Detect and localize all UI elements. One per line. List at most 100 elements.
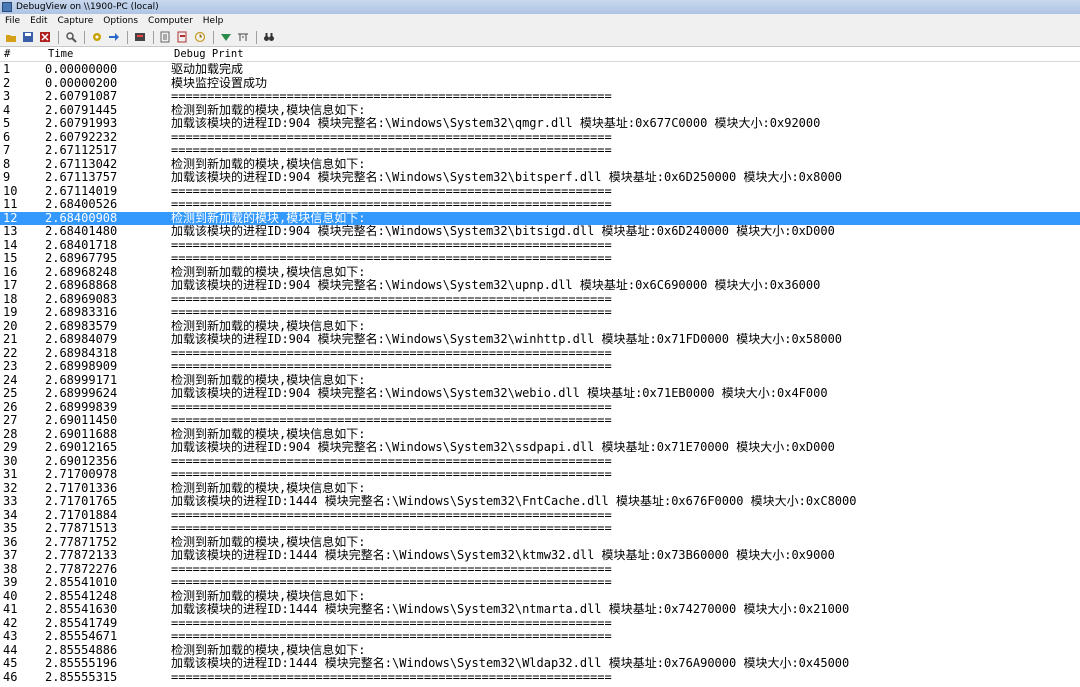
log-row[interactable]: 24 2.68999171 检测到新加载的模块,模块信息如下:: [0, 374, 1080, 388]
log-row[interactable]: 9 2.67113757 加载该模块的进程ID:904 模块完整名:\Windows…: [0, 171, 1080, 185]
log-row[interactable]: 4 2.60791445 检测到新加载的模块,模块信息如下:: [0, 104, 1080, 118]
log-row[interactable]: 31 2.71700978 ============================…: [0, 468, 1080, 482]
log-row[interactable]: 20 2.68983579 检测到新加载的模块,模块信息如下:: [0, 320, 1080, 334]
log-row[interactable]: 13 2.68401480 加载该模块的进程ID:904 模块完整名:\Window…: [0, 225, 1080, 239]
menu-computer[interactable]: Computer: [143, 14, 198, 28]
log-row[interactable]: 5 2.60791993 加载该模块的进程ID:904 模块完整名:\Windows…: [0, 117, 1080, 131]
autoscroll-icon[interactable]: [107, 30, 121, 44]
menu-options[interactable]: Options: [98, 14, 143, 28]
log-row[interactable]: 42 2.85541749 ============================…: [0, 617, 1080, 631]
log-row[interactable]: 17 2.68968868 加载该模块的进程ID:904 模块完整名:\Window…: [0, 279, 1080, 293]
log-index: 40: [3, 589, 18, 603]
log-row[interactable]: 46 2.85555315 ============================…: [0, 671, 1080, 685]
log-row[interactable]: 2 0.00000200 模块监控设置成功: [0, 77, 1080, 91]
log-message: ========================================…: [171, 508, 612, 522]
log-index: 8: [3, 157, 11, 171]
log-index: 30: [3, 454, 18, 468]
log-index: 10: [3, 184, 18, 198]
log-row[interactable]: 26 2.68999839 ============================…: [0, 401, 1080, 415]
log-message: ========================================…: [171, 400, 612, 414]
log-row[interactable]: 8 2.67113042 检测到新加载的模块,模块信息如下:: [0, 158, 1080, 172]
log-message: 加载该模块的进程ID:1444 模块完整名:\Windows\System32\…: [171, 657, 850, 670]
log-row[interactable]: 40 2.85541248 检测到新加载的模块,模块信息如下:: [0, 590, 1080, 604]
log-index: 28: [3, 427, 18, 441]
log-row[interactable]: 18 2.68969083 ============================…: [0, 293, 1080, 307]
clock-icon[interactable]: [193, 30, 207, 44]
log-time: 2.85554671: [45, 630, 118, 643]
log-row[interactable]: 23 2.68998909 ============================…: [0, 360, 1080, 374]
log-row[interactable]: 34 2.71701884 ============================…: [0, 509, 1080, 523]
log-row[interactable]: 11 2.68400526 ============================…: [0, 198, 1080, 212]
menu-edit[interactable]: Edit: [25, 14, 52, 28]
save-icon[interactable]: [21, 30, 35, 44]
highlight-icon[interactable]: [176, 30, 190, 44]
log-time: 2.85541010: [45, 576, 118, 589]
binoculars-icon[interactable]: [262, 30, 276, 44]
log-row[interactable]: 28 2.69011688 检测到新加载的模块,模块信息如下:: [0, 428, 1080, 442]
log-row[interactable]: 37 2.77872133 加载该模块的进程ID:1444 模块完整名:\Windo…: [0, 549, 1080, 563]
log-row[interactable]: 27 2.69011450 ============================…: [0, 414, 1080, 428]
log-row[interactable]: 44 2.85554886 检测到新加载的模块,模块信息如下:: [0, 644, 1080, 658]
log-message: 检测到新加载的模块,模块信息如下:: [171, 157, 366, 171]
log-row[interactable]: 32 2.71701336 检测到新加载的模块,模块信息如下:: [0, 482, 1080, 496]
column-header-index[interactable]: #: [4, 47, 10, 62]
log-row[interactable]: 16 2.68968248 检测到新加载的模块,模块信息如下:: [0, 266, 1080, 280]
log-time: 2.69012356: [45, 454, 118, 468]
log-row[interactable]: 19 2.68983316 ============================…: [0, 306, 1080, 320]
log-time: 2.67114019: [45, 184, 118, 198]
log-index: 4: [3, 103, 11, 117]
log-row[interactable]: 10 2.67114019 ============================…: [0, 185, 1080, 199]
log-time: 0.00000200: [45, 76, 118, 90]
log-row[interactable]: 6 2.60792232 =============================…: [0, 131, 1080, 145]
log-row[interactable]: 3 2.60791087 =============================…: [0, 90, 1080, 104]
filter-icon[interactable]: [159, 30, 173, 44]
log-message: ========================================…: [171, 252, 612, 265]
history-icon[interactable]: [236, 30, 250, 44]
log-message: 加载该模块的进程ID:904 模块完整名:\Windows\System32\q…: [171, 117, 821, 130]
log-row[interactable]: 15 2.68967795 ============================…: [0, 252, 1080, 266]
log-row[interactable]: 21 2.68984079 加载该模块的进程ID:904 模块完整名:\Window…: [0, 333, 1080, 347]
log-row[interactable]: 36 2.77871752 检测到新加载的模块,模块信息如下:: [0, 536, 1080, 550]
log-row[interactable]: 22 2.68984318 ============================…: [0, 347, 1080, 361]
log-index: 22: [3, 346, 18, 360]
log-time: 2.85555315: [45, 670, 118, 684]
clear-icon[interactable]: [38, 30, 52, 44]
log-time: 2.60792232: [45, 130, 118, 144]
log-message: 加载该模块的进程ID:904 模块完整名:\Windows\System32\w…: [171, 333, 843, 346]
capture-icon[interactable]: [90, 30, 104, 44]
column-header-debug-print[interactable]: Debug Print: [174, 47, 244, 62]
log-time: 2.68968248: [45, 265, 118, 279]
log-list[interactable]: 1 0.00000000 驱动加载完成 2 0.00000200 模块监控设置成功 3 2.6…: [0, 63, 1080, 687]
toolbar-separator: [84, 30, 85, 44]
log-message: ========================================…: [171, 306, 612, 319]
menu-help[interactable]: Help: [198, 14, 229, 28]
log-row[interactable]: 25 2.68999624 加载该模块的进程ID:904 模块完整名:\Window…: [0, 387, 1080, 401]
log-row[interactable]: 38 2.77872276 ============================…: [0, 563, 1080, 577]
log-message: 模块监控设置成功: [171, 76, 268, 90]
log-row[interactable]: 7 2.67112517 =============================…: [0, 144, 1080, 158]
log-message: 检测到新加载的模块,模块信息如下:: [171, 265, 366, 279]
log-row[interactable]: 35 2.77871513 ============================…: [0, 522, 1080, 536]
log-row[interactable]: 39 2.85541010 ============================…: [0, 576, 1080, 590]
column-header-time[interactable]: Time: [48, 47, 73, 62]
log-row[interactable]: 45 2.85555196 加载该模块的进程ID:1444 模块完整名:\Windo…: [0, 657, 1080, 671]
capture-kernel-icon[interactable]: [133, 30, 147, 44]
log-row[interactable]: 14 2.68401718 ============================…: [0, 239, 1080, 253]
log-index: 34: [3, 508, 18, 522]
log-time: 2.85541749: [45, 616, 118, 630]
find-icon[interactable]: [64, 30, 78, 44]
menu-capture[interactable]: Capture: [53, 14, 99, 28]
log-row[interactable]: 33 2.71701765 加载该模块的进程ID:1444 模块完整名:\Windo…: [0, 495, 1080, 509]
log-time: 2.68400526: [45, 198, 118, 211]
menu-file[interactable]: File: [0, 14, 25, 28]
window-title: DebugView on \\1900-PC (local): [16, 2, 159, 12]
log-row[interactable]: 1 0.00000000 驱动加载完成: [0, 63, 1080, 77]
log-time: 2.69011688: [45, 427, 118, 441]
log-row[interactable]: 29 2.69012165 加载该模块的进程ID:904 模块完整名:\Window…: [0, 441, 1080, 455]
open-icon[interactable]: [4, 30, 18, 44]
log-row[interactable]: 41 2.85541630 加载该模块的进程ID:1444 模块完整名:\Windo…: [0, 603, 1080, 617]
log-row[interactable]: 12 2.68400908 检测到新加载的模块,模块信息如下:: [0, 211, 1080, 225]
connect-icon[interactable]: [219, 30, 233, 44]
log-row[interactable]: 43 2.85554671 ============================…: [0, 630, 1080, 644]
log-row[interactable]: 30 2.69012356 ============================…: [0, 455, 1080, 469]
